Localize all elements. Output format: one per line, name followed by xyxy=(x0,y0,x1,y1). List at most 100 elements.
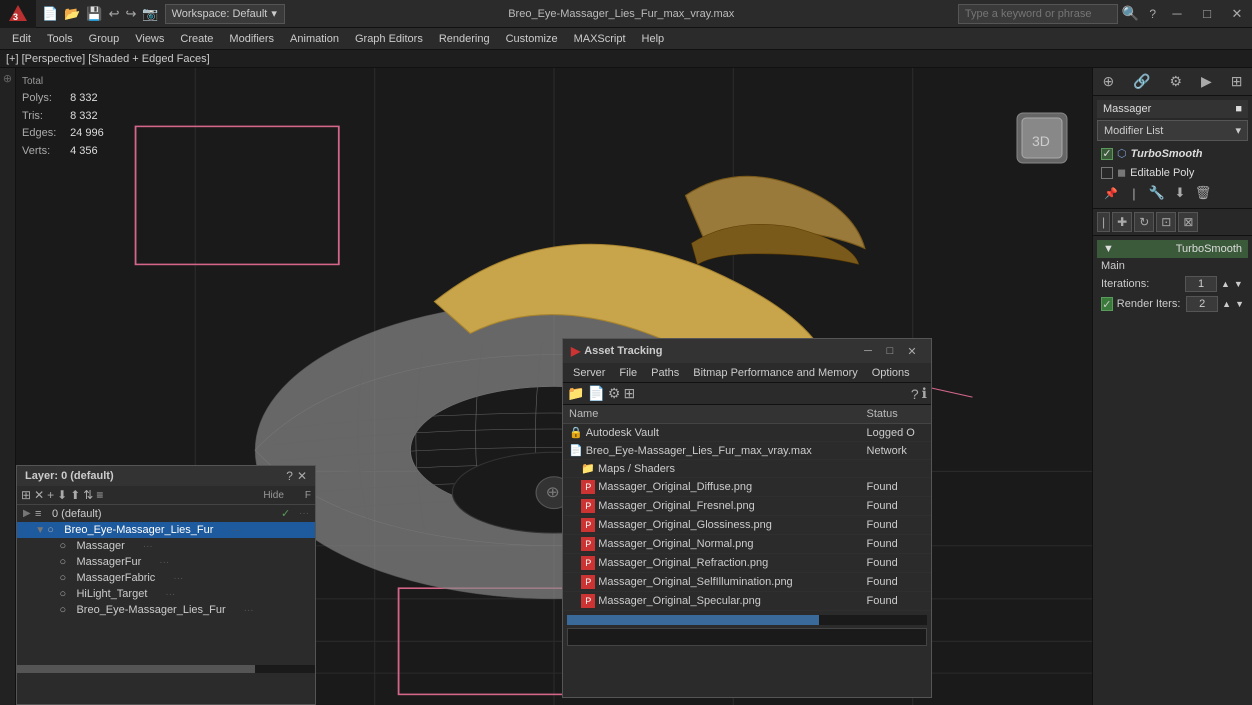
tool-move[interactable]: ✚ xyxy=(1112,212,1132,232)
turbosm-iterations-input[interactable] xyxy=(1185,276,1217,292)
asset-row-3[interactable]: PMassager_Original_Diffuse.pngFound xyxy=(563,478,931,497)
asset-menu-file[interactable]: File xyxy=(613,365,643,381)
turbosm-spin-down[interactable]: ▼ xyxy=(1234,279,1243,289)
viewport[interactable]: Total Polys: 8 332 Tris: 8 332 Edges: 24… xyxy=(16,68,1092,705)
layer-row-5[interactable]: ○HiLight_Target··· xyxy=(17,586,315,602)
layer-tool-icon-3[interactable]: + xyxy=(47,488,54,502)
turbosm-spin-up[interactable]: ▲ xyxy=(1221,279,1230,289)
expand-arrow[interactable]: ▶ xyxy=(23,508,35,519)
mod-ctrl-delete[interactable]: 🗑 xyxy=(1193,185,1213,201)
asset-help-icon[interactable]: ? xyxy=(911,386,919,402)
asset-row-9[interactable]: PMassager_Original_Specular.pngFound xyxy=(563,592,931,611)
panel-icon-3[interactable]: ⚙ xyxy=(1170,73,1183,90)
layer-row-1[interactable]: ▼○Breo_Eye-Massager_Lies_Fur··· xyxy=(17,522,315,538)
layer-row-4[interactable]: ○MassagerFabric··· xyxy=(17,570,315,586)
expand-arrow[interactable] xyxy=(47,605,59,616)
expand-arrow[interactable] xyxy=(47,541,59,552)
redo-icon[interactable]: ↪ xyxy=(123,5,138,23)
mod-ctrl-wrench[interactable]: 🔧 xyxy=(1147,185,1167,201)
mod-ctrl-pin[interactable]: 📌 xyxy=(1101,187,1121,200)
asset-tool-2[interactable]: 📄 xyxy=(587,385,604,402)
modifier-check-editpoly[interactable] xyxy=(1101,167,1113,179)
asset-row-0[interactable]: 🔒Autodesk VaultLogged O xyxy=(563,424,931,442)
asset-row-8[interactable]: PMassager_Original_SelfIllumination.pngF… xyxy=(563,573,931,592)
menu-item-edit[interactable]: Edit xyxy=(4,31,39,47)
modifier-list-button[interactable]: Modifier List ▾ xyxy=(1097,120,1248,141)
modifier-expand-icon[interactable]: ■ xyxy=(1235,103,1242,115)
asset-tool-4[interactable]: ⊞ xyxy=(623,385,635,402)
asset-menu-options[interactable]: Options xyxy=(866,365,916,381)
menu-item-animation[interactable]: Animation xyxy=(282,31,347,47)
mod-ctrl-move-down[interactable]: ⬇ xyxy=(1170,185,1190,201)
mod-ctrl-move-up[interactable]: | xyxy=(1124,186,1144,201)
panel-icon-2[interactable]: 🔗 xyxy=(1133,73,1150,90)
layer-question-button[interactable]: ? xyxy=(286,469,293,483)
panel-icon-1[interactable]: ⊕ xyxy=(1102,73,1114,90)
asset-row-6[interactable]: PMassager_Original_Normal.pngFound xyxy=(563,535,931,554)
panel-icon-4[interactable]: ▶ xyxy=(1201,73,1212,90)
turbosm-render-spin-down[interactable]: ▼ xyxy=(1235,299,1244,309)
modifier-entry-turbosm[interactable]: ✓ ⬡ TurboSmooth xyxy=(1097,144,1248,163)
menu-item-create[interactable]: Create xyxy=(172,31,221,47)
layer-row-2[interactable]: ○Massager··· xyxy=(17,538,315,554)
save-icon[interactable]: 💾 xyxy=(84,5,104,23)
layer-scrollbar-thumb[interactable] xyxy=(17,665,255,673)
asset-menu-bitmap-performance-and-memory[interactable]: Bitmap Performance and Memory xyxy=(687,365,863,381)
undo-icon[interactable]: ↩ xyxy=(107,5,122,23)
layer-tool-icon-1[interactable]: ⊞ xyxy=(21,488,31,502)
layer-row-6[interactable]: ○Breo_Eye-Massager_Lies_Fur··· xyxy=(17,602,315,618)
close-button[interactable]: ✕ xyxy=(1222,0,1252,28)
panel-icon-5[interactable]: ⊞ xyxy=(1231,73,1243,90)
tool-scale[interactable]: ⊡ xyxy=(1156,212,1176,232)
expand-arrow[interactable] xyxy=(47,589,59,600)
expand-arrow[interactable] xyxy=(47,573,59,584)
expand-arrow[interactable] xyxy=(47,557,59,568)
modifier-check-turbosm[interactable]: ✓ xyxy=(1101,148,1113,160)
menu-item-help[interactable]: Help xyxy=(634,31,673,47)
search-input[interactable] xyxy=(958,4,1118,24)
layer-close-button[interactable]: ✕ xyxy=(297,469,307,483)
open-icon[interactable]: 📂 xyxy=(62,5,82,23)
asset-path-input[interactable] xyxy=(567,628,927,646)
expand-arrow[interactable]: ▼ xyxy=(35,525,47,536)
menu-item-group[interactable]: Group xyxy=(81,31,128,47)
turbosm-collapse-icon[interactable]: ▼ xyxy=(1103,243,1114,255)
search-icon[interactable]: 🔍 xyxy=(1118,5,1143,22)
camera-icon[interactable]: 📷 xyxy=(140,5,160,23)
asset-tool-1[interactable]: 📁 xyxy=(567,385,584,402)
asset-minimize-button[interactable]: ─ xyxy=(857,342,879,360)
layer-tool-icon-6[interactable]: ⇅ xyxy=(83,488,93,502)
layer-scrollbar[interactable] xyxy=(17,665,315,673)
menu-item-graph-editors[interactable]: Graph Editors xyxy=(347,31,431,47)
modifier-entry-editpoly[interactable]: ◼ Editable Poly xyxy=(1097,163,1248,182)
menu-item-views[interactable]: Views xyxy=(127,31,172,47)
tool-select[interactable]: | xyxy=(1097,212,1110,232)
asset-row-5[interactable]: PMassager_Original_Glossiness.pngFound xyxy=(563,516,931,535)
layer-tool-icon-5[interactable]: ⬆ xyxy=(70,488,80,502)
help-icon[interactable]: ? xyxy=(1143,7,1162,21)
menu-item-maxscript[interactable]: MAXScript xyxy=(566,31,634,47)
maximize-button[interactable]: □ xyxy=(1192,0,1222,28)
workspace-dropdown[interactable]: Workspace: Default ▾ xyxy=(165,4,285,24)
turbosm-render-check[interactable]: ✓ xyxy=(1101,297,1113,311)
menu-item-customize[interactable]: Customize xyxy=(498,31,566,47)
tool-rotate[interactable]: ↻ xyxy=(1134,212,1154,232)
asset-info-icon[interactable]: ℹ xyxy=(922,385,927,402)
asset-row-7[interactable]: PMassager_Original_Refraction.pngFound xyxy=(563,554,931,573)
layer-tool-icon-7[interactable]: ≡ xyxy=(96,488,103,502)
menu-item-tools[interactable]: Tools xyxy=(39,31,81,47)
asset-row-4[interactable]: PMassager_Original_Fresnel.pngFound xyxy=(563,497,931,516)
layer-row-3[interactable]: ○MassagerFur··· xyxy=(17,554,315,570)
new-icon[interactable]: 📄 xyxy=(40,5,60,23)
asset-menu-server[interactable]: Server xyxy=(567,365,611,381)
asset-close-button[interactable]: ✕ xyxy=(901,342,923,360)
layer-tool-icon-2[interactable]: ✕ xyxy=(34,488,44,502)
layer-row-0[interactable]: ▶≡0 (default)✓··· xyxy=(17,505,315,522)
asset-row-2[interactable]: 📁Maps / Shaders xyxy=(563,460,931,478)
asset-row-1[interactable]: 📄Breo_Eye-Massager_Lies_Fur_max_vray.max… xyxy=(563,442,931,460)
asset-tool-3[interactable]: ⚙ xyxy=(608,385,621,402)
menu-item-rendering[interactable]: Rendering xyxy=(431,31,498,47)
tool-other[interactable]: ⊠ xyxy=(1178,212,1198,232)
minimize-button[interactable]: ─ xyxy=(1162,0,1192,28)
turbosm-render-spin-up[interactable]: ▲ xyxy=(1222,299,1231,309)
